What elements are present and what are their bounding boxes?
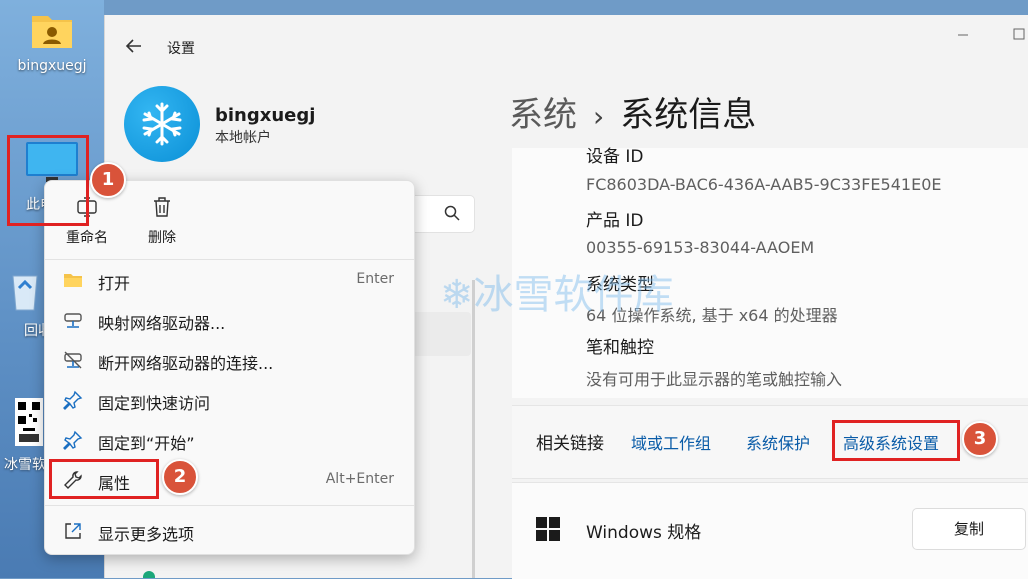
- qr-code-icon: [15, 398, 43, 446]
- nav-scrollbar[interactable]: [472, 280, 475, 578]
- menu-item-map-network-drive[interactable]: 映射网络驱动器...: [45, 301, 414, 339]
- breadcrumb-parent[interactable]: 系统: [509, 95, 577, 135]
- spec-label: 设备 ID: [586, 147, 644, 167]
- menu-item-label: 固定到快速访问: [98, 394, 211, 413]
- menu-item-label: 映射网络驱动器...: [98, 314, 226, 333]
- spec-value: 64 位操作系统, 基于 x64 的处理器: [586, 306, 838, 325]
- delete-label: 删除: [148, 230, 176, 246]
- desktop-icon-user-folder[interactable]: bingxuegj: [0, 10, 104, 74]
- nav-item-icon: [143, 571, 155, 578]
- trash-icon: [132, 195, 192, 219]
- menu-item-label: 固定到“开始”: [98, 434, 195, 453]
- desktop-icon-label: bingxuegj: [17, 58, 87, 74]
- menu-item-shortcut: Alt+Enter: [325, 471, 394, 487]
- spec-label: 产品 ID: [586, 211, 644, 231]
- minimize-icon[interactable]: [955, 27, 971, 43]
- breadcrumb: 系统 › 系统信息: [509, 87, 756, 136]
- highlight-properties: [49, 459, 159, 499]
- highlight-this-pc: [7, 135, 89, 226]
- account-name: bingxuegj: [215, 105, 316, 126]
- breadcrumb-separator: ›: [593, 100, 605, 133]
- menu-item-shortcut: Enter: [356, 271, 394, 287]
- windows-spec-title: Windows 规格: [586, 523, 702, 543]
- more-options-icon: [63, 521, 83, 541]
- step-badge: 2: [162, 459, 198, 495]
- window-title: 设置: [167, 41, 195, 57]
- desktop-icon-recycle-bin[interactable]: 回收站: [0, 270, 44, 340]
- menu-item-disconnect-network-drive[interactable]: 断开网络驱动器的连接...: [45, 341, 414, 379]
- menu-item-label: 断开网络驱动器的连接...: [98, 354, 274, 373]
- desktop-icon-label: 冰雪软件库公众号: [4, 457, 50, 473]
- delete-button[interactable]: 删除: [132, 195, 192, 247]
- spec-value: 没有可用于此显示器的笔或触控输入: [586, 370, 843, 389]
- disconnect-drive-icon: [63, 350, 83, 370]
- windows-logo-icon: [536, 517, 560, 545]
- network-drive-icon: [63, 310, 83, 330]
- menu-item-show-more-options[interactable]: 显示更多选项: [45, 512, 414, 550]
- rename-label: 重命名: [66, 230, 108, 246]
- step-badge: 1: [90, 162, 126, 198]
- recycle-bin-icon: [12, 275, 38, 311]
- menu-item-pin-quick-access[interactable]: 固定到快速访问: [45, 381, 414, 419]
- related-links-title: 相关链接: [536, 434, 604, 454]
- maximize-icon[interactable]: [1011, 27, 1027, 43]
- user-folder-icon: [32, 16, 72, 48]
- pin-icon: [63, 390, 83, 410]
- link-domain-workgroup[interactable]: 域或工作组: [631, 430, 711, 454]
- menu-divider: [45, 505, 414, 506]
- windows-spec-card[interactable]: Windows 规格 复制: [512, 482, 1028, 579]
- spec-value: FC8603DA-BAC6-436A-AAB5-9C33FE541E0E: [586, 175, 942, 194]
- back-arrow-icon[interactable]: [125, 37, 143, 55]
- step-badge: 3: [962, 421, 998, 457]
- desktop-icon-label: 回收站: [24, 323, 44, 339]
- spec-value: 00355-69153-83044-AAOEM: [586, 238, 815, 257]
- menu-item-label: 打开: [98, 274, 131, 293]
- copy-button[interactable]: 复制: [912, 508, 1026, 550]
- folder-icon: [63, 270, 83, 290]
- menu-item-label: 显示更多选项: [98, 525, 195, 544]
- spec-label: 笔和触控: [586, 338, 654, 358]
- account-type: 本地帐户: [215, 130, 271, 146]
- menu-item-pin-start[interactable]: 固定到“开始”: [45, 421, 414, 459]
- desktop-icon-qr[interactable]: 冰雪软件库公众号: [0, 398, 50, 474]
- highlight-advanced-settings: [832, 420, 960, 461]
- title-bar: 设置: [105, 15, 1028, 77]
- snowflake-icon: [142, 102, 182, 146]
- menu-item-open[interactable]: 打开 Enter: [45, 261, 414, 299]
- avatar[interactable]: [124, 86, 200, 162]
- pin-start-icon: [63, 430, 83, 450]
- page-title: 系统信息: [620, 95, 757, 135]
- spec-label: 系统类型: [586, 275, 654, 295]
- menu-divider: [45, 259, 414, 260]
- link-system-protection[interactable]: 系统保护: [746, 430, 810, 454]
- search-icon: [444, 205, 460, 225]
